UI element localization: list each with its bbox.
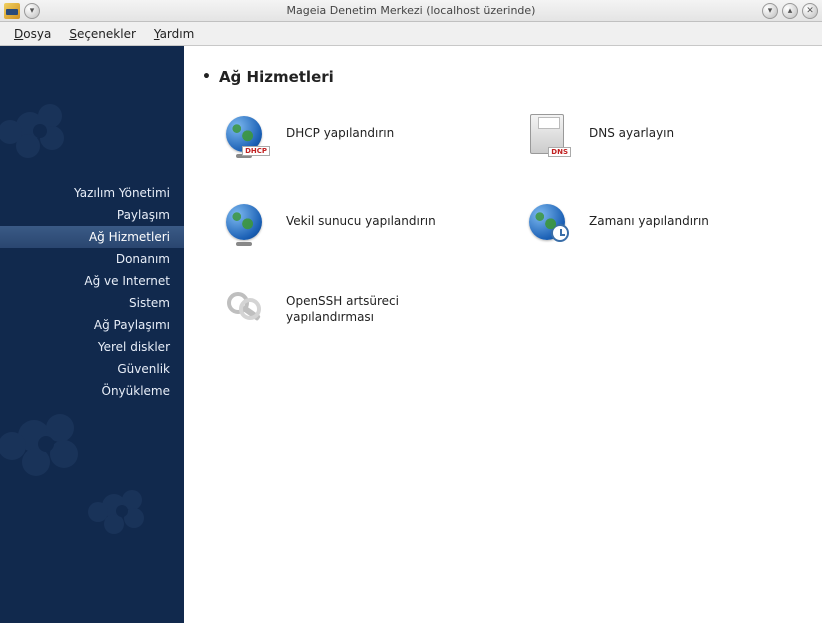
sidebar-item-security[interactable]: Güvenlik <box>0 358 184 380</box>
menubar: Dosya Seçenekler Yardım <box>0 22 822 46</box>
sidebar-item-label: Yerel diskler <box>98 340 170 354</box>
content-pane: • Ağ Hizmetleri DHCP DHCP yapılandırın D… <box>184 46 822 623</box>
sidebar-item-local-disks[interactable]: Yerel diskler <box>0 336 184 358</box>
sidebar-item-label: Ağ Hizmetleri <box>89 230 170 244</box>
bullet-icon: • <box>202 69 211 85</box>
globe-dhcp-icon: DHCP <box>220 110 268 158</box>
main-area: Yazılım Yönetimi Paylaşım Ağ Hizmetleri … <box>0 46 822 623</box>
sidebar-item-network-sharing[interactable]: Ağ Paylaşımı <box>0 314 184 336</box>
tile-ssh[interactable]: OpenSSH artsüreci yapılandırması <box>218 284 501 336</box>
tile-time[interactable]: Zamanı yapılandırın <box>521 196 804 248</box>
tile-label: Vekil sunucu yapılandırın <box>286 214 436 230</box>
titlebar: ▾ Mageia Denetim Merkezi (localhost üzer… <box>0 0 822 22</box>
page-heading: • Ağ Hizmetleri <box>202 68 804 86</box>
sidebar-item-software[interactable]: Yazılım Yönetimi <box>0 182 184 204</box>
window-menu-button[interactable]: ▾ <box>24 3 40 19</box>
sidebar-item-network-internet[interactable]: Ağ ve Internet <box>0 270 184 292</box>
tile-dns[interactable]: DNS DNS ayarlayın <box>521 108 804 160</box>
tile-dhcp[interactable]: DHCP DHCP yapılandırın <box>218 108 501 160</box>
window-title: Mageia Denetim Merkezi (localhost üzerin… <box>0 4 822 17</box>
sidebar-item-label: Ağ ve Internet <box>84 274 170 288</box>
sidebar-item-label: Önyükleme <box>102 384 171 398</box>
sidebar-item-label: Ağ Paylaşımı <box>94 318 170 332</box>
sidebar-item-system[interactable]: Sistem <box>0 292 184 314</box>
sidebar-item-label: Sistem <box>129 296 170 310</box>
keys-icon <box>220 286 268 334</box>
tile-proxy[interactable]: Vekil sunucu yapılandırın <box>218 196 501 248</box>
menu-file[interactable]: Dosya <box>6 24 59 44</box>
maximize-button[interactable]: ▴ <box>782 3 798 19</box>
globe-proxy-icon <box>220 198 268 246</box>
flower-decoration-icon <box>0 396 154 556</box>
sidebar-item-label: Paylaşım <box>117 208 170 222</box>
app-icon <box>4 3 20 19</box>
close-button[interactable]: ✕ <box>802 3 818 19</box>
tile-label: Zamanı yapılandırın <box>589 214 709 230</box>
sidebar-item-hardware[interactable]: Donanım <box>0 248 184 270</box>
dns-server-icon: DNS <box>523 110 571 158</box>
sidebar-nav: Yazılım Yönetimi Paylaşım Ağ Hizmetleri … <box>0 182 184 402</box>
globe-clock-icon <box>523 198 571 246</box>
sidebar-item-label: Donanım <box>116 252 170 266</box>
sidebar-item-label: Yazılım Yönetimi <box>74 186 170 200</box>
sidebar: Yazılım Yönetimi Paylaşım Ağ Hizmetleri … <box>0 46 184 623</box>
tile-label: DHCP yapılandırın <box>286 126 394 142</box>
tile-label: DNS ayarlayın <box>589 126 674 142</box>
sidebar-item-boot[interactable]: Önyükleme <box>0 380 184 402</box>
menu-help[interactable]: Yardım <box>146 24 202 44</box>
minimize-button[interactable]: ▾ <box>762 3 778 19</box>
tiles-grid: DHCP DHCP yapılandırın DNS DNS ayarlayın… <box>218 108 804 336</box>
menu-options[interactable]: Seçenekler <box>61 24 144 44</box>
sidebar-item-network-services[interactable]: Ağ Hizmetleri <box>0 226 184 248</box>
page-title: Ağ Hizmetleri <box>219 68 334 86</box>
sidebar-item-label: Güvenlik <box>117 362 170 376</box>
tile-label: OpenSSH artsüreci yapılandırması <box>286 294 466 325</box>
sidebar-item-sharing[interactable]: Paylaşım <box>0 204 184 226</box>
